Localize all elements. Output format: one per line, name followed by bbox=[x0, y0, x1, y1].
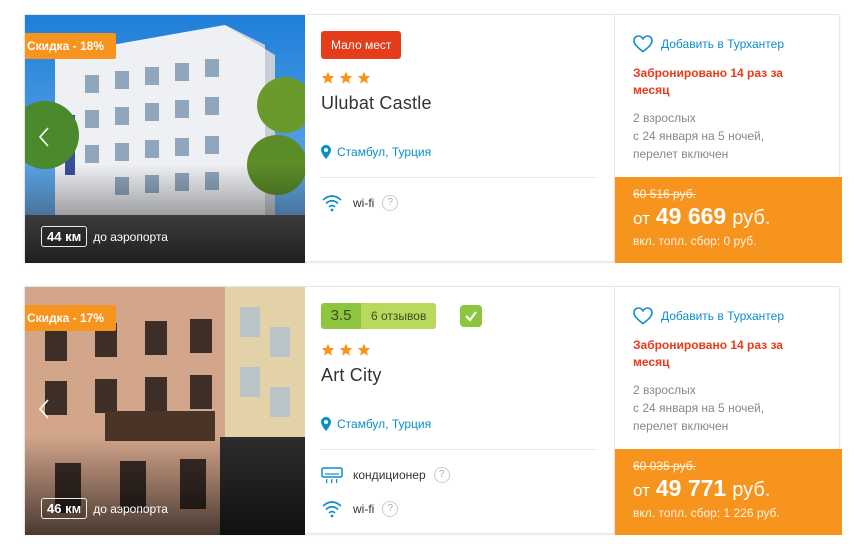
divider bbox=[321, 177, 597, 178]
add-to-favorites-button[interactable]: Добавить в Турхантер bbox=[633, 307, 784, 325]
booked-count: Забронировано 14 раз за месяц bbox=[633, 338, 783, 369]
star-icon bbox=[357, 343, 371, 356]
heart-icon bbox=[633, 35, 653, 53]
star-rating bbox=[321, 343, 371, 357]
map-pin-icon bbox=[321, 145, 331, 159]
hotel-location[interactable]: Стамбул, Турция bbox=[321, 145, 431, 159]
hotel-info: 3.5 6 отзывов Art City Стамбул, Турция к… bbox=[321, 287, 613, 535]
star-icon bbox=[321, 71, 335, 84]
star-icon bbox=[357, 71, 371, 84]
location-text: Стамбул, Турция bbox=[337, 417, 432, 431]
price-amount: 49 669 bbox=[655, 203, 727, 229]
divider bbox=[321, 449, 597, 450]
discount-badge: Скидка - 17% bbox=[25, 305, 117, 331]
chevron-left-icon[interactable] bbox=[37, 125, 51, 149]
discount-badge: Скидка - 18% bbox=[25, 33, 117, 59]
air-conditioner-icon bbox=[321, 467, 343, 484]
trip-details: 2 взрослых с 24 января на 5 ночей, перел… bbox=[633, 109, 833, 163]
price-from: от bbox=[633, 209, 650, 228]
distance-km: 44 км bbox=[41, 226, 88, 247]
help-icon[interactable]: ? bbox=[382, 195, 399, 211]
amenity-label: wi-fi bbox=[353, 502, 375, 516]
amenity-wifi: wi-fi ? bbox=[321, 193, 399, 213]
star-icon bbox=[321, 343, 335, 356]
wifi-icon bbox=[322, 501, 342, 518]
trip-flight: перелет включен bbox=[633, 419, 729, 433]
trip-dates: с 24 января на 5 ночей, bbox=[633, 129, 765, 143]
wifi-icon bbox=[322, 195, 342, 212]
price-button[interactable]: 60 516 руб. от 49 669 руб. вкл. топл. сб… bbox=[615, 177, 842, 263]
hotel-photo[interactable]: Скидка - 17% 46 км до аэропорта bbox=[25, 287, 305, 535]
help-icon[interactable]: ? bbox=[382, 501, 399, 517]
trip-guests: 2 взрослых bbox=[633, 111, 696, 125]
trip-guests: 2 взрослых bbox=[633, 383, 696, 397]
amenity-wifi: wi-fi ? bbox=[321, 499, 399, 519]
distance-label: до аэропорта bbox=[93, 501, 168, 516]
hotel-name[interactable]: Ulubat Castle bbox=[321, 93, 432, 114]
location-text: Стамбул, Турция bbox=[337, 145, 432, 159]
amenity-label: wi-fi bbox=[353, 196, 375, 210]
trip-details: 2 взрослых с 24 января на 5 ночей, перел… bbox=[633, 381, 833, 435]
star-icon bbox=[339, 343, 353, 356]
hotel-info: Мало мест Ulubat Castle Стамбул, Турция … bbox=[321, 15, 613, 263]
rating-score: 3.5 bbox=[321, 303, 361, 329]
hotel-location[interactable]: Стамбул, Турция bbox=[321, 417, 431, 431]
price-currency: руб. bbox=[732, 207, 771, 229]
map-pin-icon bbox=[321, 417, 331, 431]
star-icon bbox=[339, 71, 353, 84]
price-button[interactable]: 60 035 руб. от 49 771 руб. вкл. топл. сб… bbox=[615, 449, 842, 535]
trip-flight: перелет включен bbox=[633, 147, 729, 161]
hotel-card[interactable]: Скидка - 18% 44 км до аэропорта Мало мес… bbox=[24, 14, 842, 263]
review-rating[interactable]: 3.5 6 отзывов bbox=[321, 303, 437, 329]
booking-panel: Добавить в Турхантер Забронировано 14 ра… bbox=[614, 15, 842, 263]
old-price: 60 516 руб. bbox=[633, 187, 696, 201]
favorites-label: Добавить в Турхантер bbox=[661, 309, 785, 323]
price-amount: 49 771 bbox=[655, 475, 727, 501]
booking-panel: Добавить в Турхантер Забронировано 14 ра… bbox=[614, 287, 842, 535]
reviews-count: 6 отзывов bbox=[361, 303, 437, 329]
verified-check-icon bbox=[460, 305, 482, 327]
fuel-fee: вкл. топл. сбор: 0 руб. bbox=[633, 234, 757, 248]
hotel-photo[interactable]: Скидка - 18% 44 км до аэропорта bbox=[25, 15, 305, 263]
distance-km: 46 км bbox=[41, 498, 88, 519]
old-price: 60 035 руб. bbox=[633, 459, 696, 473]
airport-distance: 44 км до аэропорта bbox=[41, 226, 168, 247]
hotel-card[interactable]: Скидка - 17% 46 км до аэропорта 3.5 6 от… bbox=[24, 286, 842, 535]
booked-count: Забронировано 14 раз за месяц bbox=[633, 66, 783, 97]
add-to-favorites-button[interactable]: Добавить в Турхантер bbox=[633, 35, 784, 53]
amenity-label: кондиционер bbox=[353, 468, 426, 482]
distance-label: до аэропорта bbox=[93, 229, 168, 244]
chevron-left-icon[interactable] bbox=[37, 397, 51, 421]
price: от 49 771 руб. bbox=[633, 475, 824, 502]
hotel-name[interactable]: Art City bbox=[321, 365, 382, 386]
heart-icon bbox=[633, 307, 653, 325]
airport-distance: 46 км до аэропорта bbox=[41, 498, 168, 519]
price-currency: руб. bbox=[732, 479, 771, 501]
amenity-air-conditioner: кондиционер ? bbox=[321, 465, 450, 485]
help-icon[interactable]: ? bbox=[433, 467, 450, 483]
favorites-label: Добавить в Турхантер bbox=[661, 37, 785, 51]
fuel-fee: вкл. топл. сбор: 1 226 руб. bbox=[633, 506, 780, 520]
price-from: от bbox=[633, 481, 650, 500]
price: от 49 669 руб. bbox=[633, 203, 824, 230]
few-places-badge: Мало мест bbox=[321, 31, 402, 59]
trip-dates: с 24 января на 5 ночей, bbox=[633, 401, 765, 415]
star-rating bbox=[321, 71, 371, 85]
